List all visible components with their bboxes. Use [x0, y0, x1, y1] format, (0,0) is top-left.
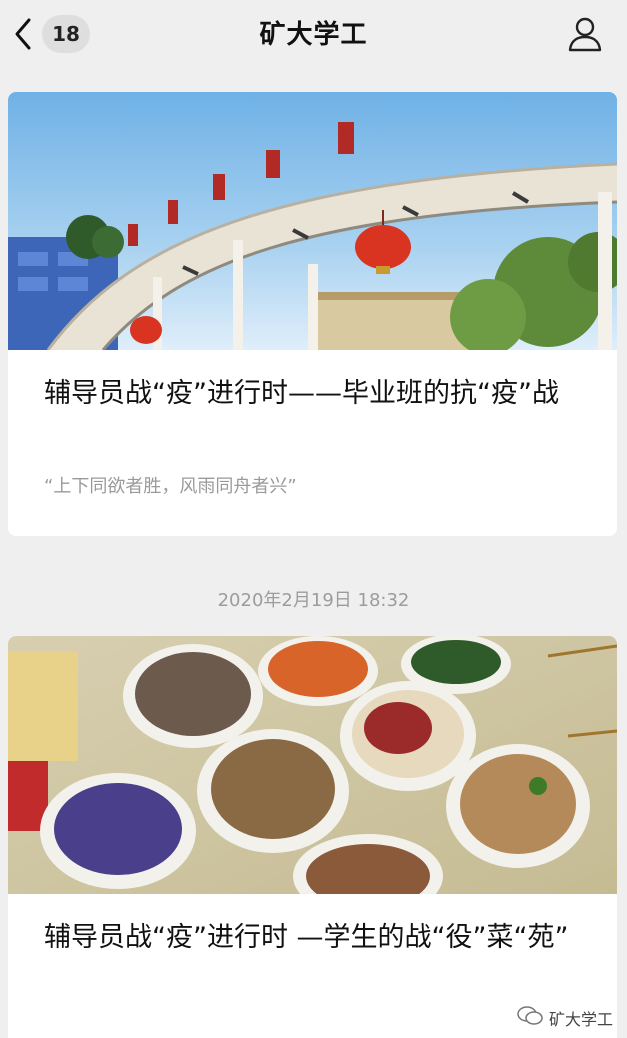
article-card[interactable]: 辅导员战“疫”进行时——毕业班的抗“疫”战 “上下同欲者胜，风雨同舟者兴”: [8, 92, 617, 536]
article-title[interactable]: 辅导员战“疫”进行时 —学生的战“役”菜“苑”: [44, 918, 587, 958]
message-timestamp: 2020年2月19日 18:32: [217, 590, 410, 611]
article-title[interactable]: 辅导员战“疫”进行时——毕业班的抗“疫”战: [44, 374, 587, 414]
food-dishes-photo: [8, 636, 617, 894]
person-icon[interactable]: [565, 14, 605, 54]
article-card[interactable]: 辅导员战“疫”进行时 —学生的战“役”菜“苑”: [8, 636, 617, 1038]
page-title: 矿大学工: [259, 20, 368, 50]
account-watermark: 矿大学工: [517, 1006, 613, 1030]
watermark-label: 矿大学工: [548, 1010, 613, 1029]
wechat-icon: [517, 1006, 549, 1030]
article-subtitle: “上下同欲者胜，风雨同舟者兴”: [44, 476, 297, 497]
top-bar: 18 矿大学工: [0, 0, 627, 68]
campus-gate-photo: [8, 92, 617, 350]
